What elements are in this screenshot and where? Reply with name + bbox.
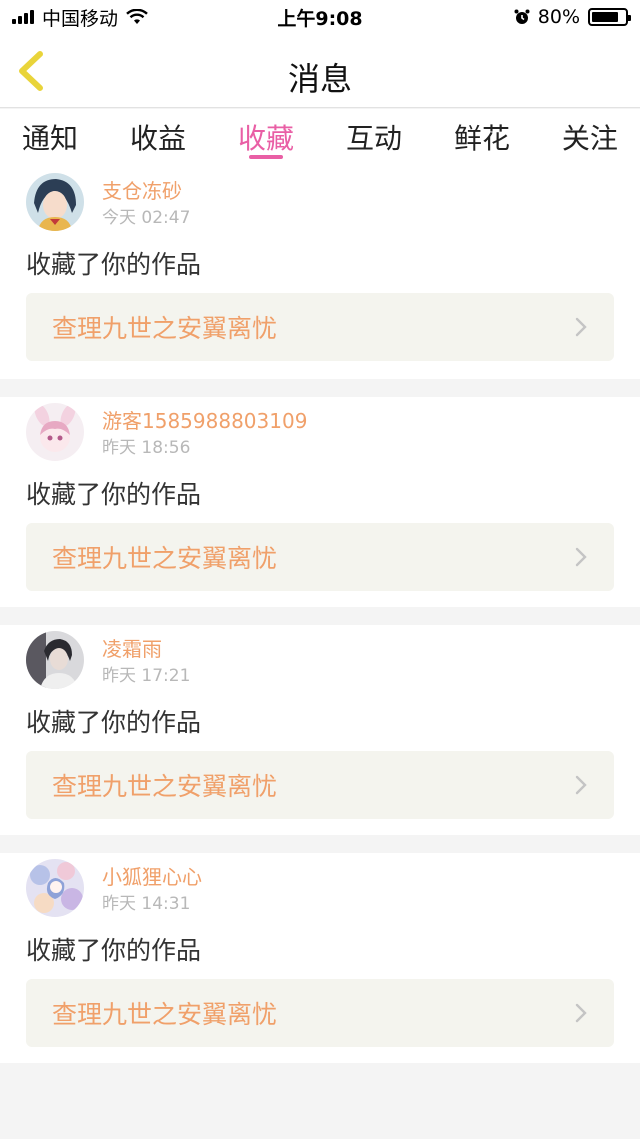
list-item: 小狐狸心心 昨天 14:31 收藏了你的作品 查理九世之安翼离忧	[0, 853, 640, 1063]
action-text: 收藏了你的作品	[26, 708, 202, 737]
work-title: 查理九世之安翼离忧	[52, 772, 278, 801]
tab-notifications[interactable]: 通知	[22, 109, 78, 167]
work-title: 查理九世之安翼离忧	[52, 1000, 278, 1029]
work-title: 查理九世之安翼离忧	[52, 314, 278, 343]
avatar[interactable]	[26, 173, 84, 231]
tab-earnings[interactable]: 收益	[130, 109, 186, 167]
list-item: 游客1585988803109 昨天 18:56 收藏了你的作品 查理九世之安翼…	[0, 397, 640, 607]
list-item: 凌霜雨 昨天 17:21 收藏了你的作品 查理九世之安翼离忧	[0, 625, 640, 835]
tab-bar: 通知 收益 收藏 互动 鲜花 关注	[0, 109, 640, 167]
chevron-right-icon	[575, 1003, 587, 1023]
status-bar: 中国移动 上午9:08 80%	[0, 0, 640, 34]
carrier-label: 中国移动	[42, 7, 119, 30]
tab-favorites[interactable]: 收藏	[238, 109, 294, 167]
username[interactable]: 游客1585988803109	[102, 405, 307, 434]
work-title: 查理九世之安翼离忧	[52, 544, 278, 573]
timestamp: 昨天 14:31	[102, 894, 191, 914]
action-text: 收藏了你的作品	[26, 250, 202, 279]
tab-following[interactable]: 关注	[562, 109, 618, 167]
favorites-feed: 支仓冻砂 今天 02:47 收藏了你的作品 查理九世之安翼离忧 游客158598…	[0, 167, 640, 1081]
work-link[interactable]: 查理九世之安翼离忧	[26, 751, 614, 819]
action-text: 收藏了你的作品	[26, 936, 202, 965]
status-right: 80%	[514, 6, 631, 28]
avatar[interactable]	[26, 631, 84, 689]
battery-percent: 80%	[537, 6, 580, 28]
username[interactable]: 小狐狸心心	[102, 861, 202, 890]
battery-fill	[592, 12, 618, 22]
chevron-right-icon	[575, 317, 587, 337]
battery-icon	[588, 8, 631, 26]
nav-bar: 消息	[0, 34, 640, 108]
tab-flowers[interactable]: 鲜花	[454, 109, 510, 167]
timestamp: 昨天 18:56	[102, 438, 191, 458]
avatar[interactable]	[26, 859, 84, 917]
timestamp: 昨天 17:21	[102, 666, 191, 686]
signal-icon	[12, 10, 34, 24]
page-title: 消息	[287, 60, 352, 98]
work-link[interactable]: 查理九世之安翼离忧	[26, 979, 614, 1047]
timestamp: 今天 02:47	[102, 208, 191, 228]
avatar[interactable]	[26, 403, 84, 461]
username[interactable]: 凌霜雨	[102, 633, 162, 662]
chevron-right-icon	[575, 547, 587, 567]
tab-interactions[interactable]: 互动	[346, 109, 402, 167]
alarm-icon	[514, 9, 530, 24]
action-text: 收藏了你的作品	[26, 480, 202, 509]
work-link[interactable]: 查理九世之安翼离忧	[26, 523, 614, 591]
status-left: 中国移动	[12, 4, 148, 31]
wifi-icon	[126, 9, 148, 24]
work-link[interactable]: 查理九世之安翼离忧	[26, 293, 614, 361]
username[interactable]: 支仓冻砂	[102, 175, 182, 204]
chevron-right-icon	[575, 775, 587, 795]
list-item: 支仓冻砂 今天 02:47 收藏了你的作品 查理九世之安翼离忧	[0, 167, 640, 379]
